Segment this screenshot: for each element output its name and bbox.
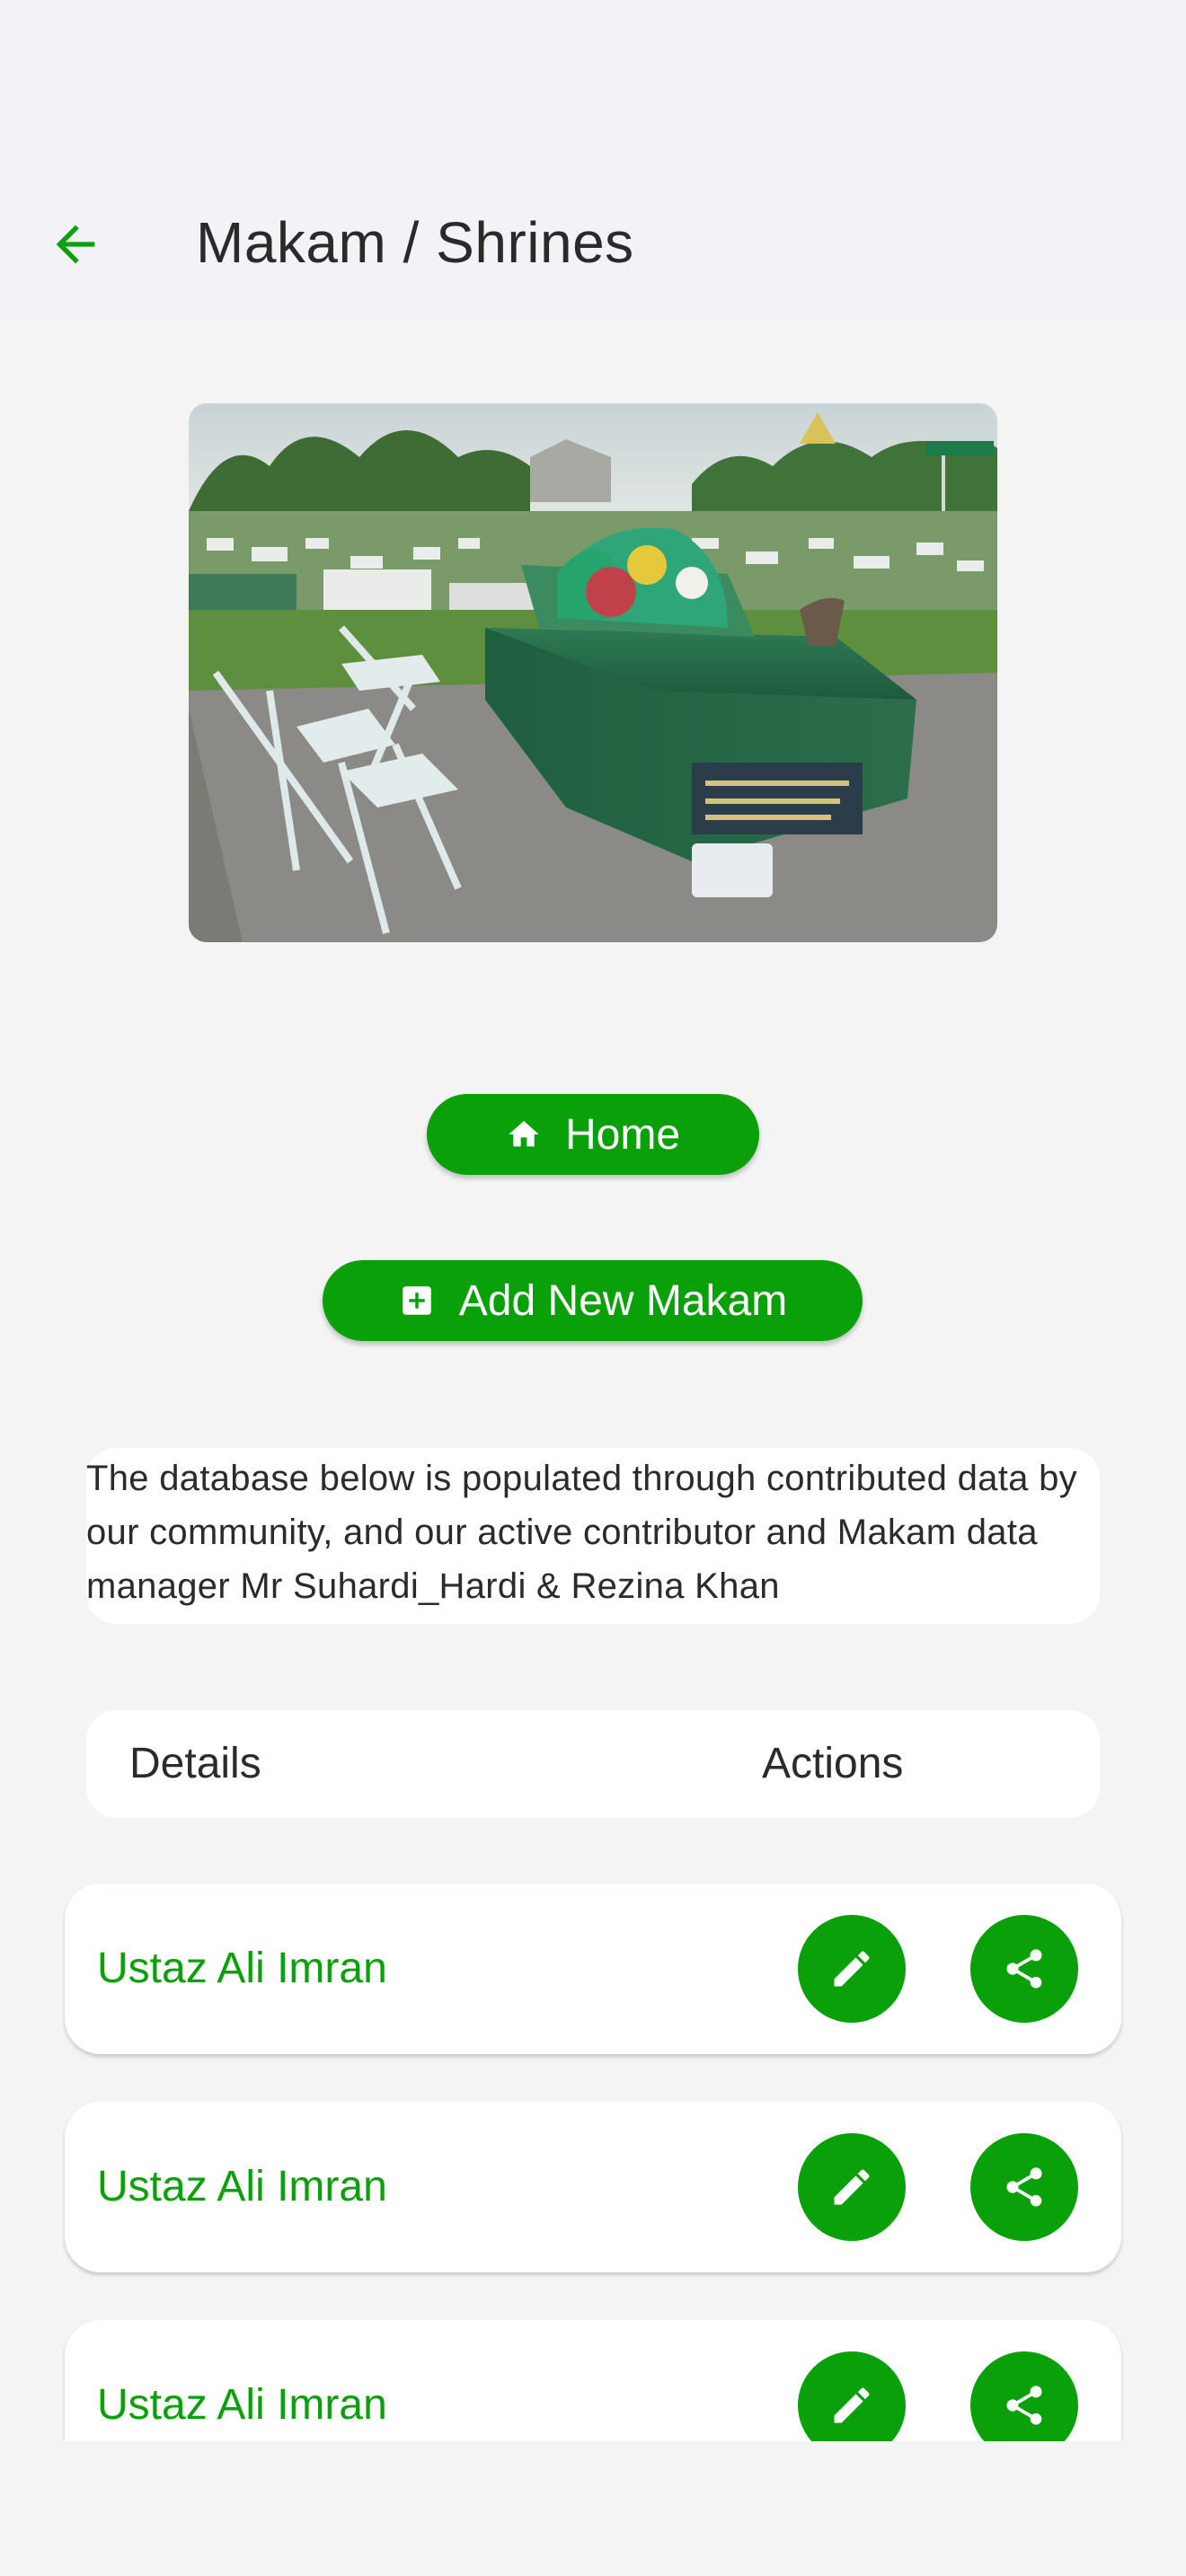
info-text: The database below is populated through …: [86, 1459, 1077, 1606]
pencil-icon: [834, 1951, 870, 1987]
share-button[interactable]: [970, 2351, 1078, 2441]
info-card: The database below is populated through …: [86, 1448, 1100, 1624]
share-icon: [1006, 2386, 1042, 2425]
share-button[interactable]: [970, 1915, 1078, 2023]
column-header-details: Details: [129, 1740, 261, 1787]
add-new-makam-button[interactable]: Add New Makam: [323, 1260, 863, 1341]
edit-button[interactable]: [798, 2133, 906, 2241]
edit-button[interactable]: [798, 1915, 906, 2023]
arrow-left-icon: [56, 225, 95, 264]
column-header-actions: Actions: [762, 1740, 904, 1787]
share-icon: [1006, 1949, 1042, 1989]
hero-image: [189, 403, 997, 942]
share-icon: [1006, 2167, 1042, 2207]
list-item[interactable]: Ustaz Ali Imran: [65, 2102, 1121, 2272]
makam-name[interactable]: Ustaz Ali Imran: [97, 1939, 387, 1998]
app-bar: Makam / Shrines: [0, 0, 1186, 316]
home-icon: [506, 1116, 542, 1152]
add-box-icon: [398, 1282, 436, 1319]
makam-name[interactable]: Ustaz Ali Imran: [97, 2157, 387, 2217]
share-button[interactable]: [970, 2133, 1078, 2241]
back-button[interactable]: [43, 212, 108, 277]
pencil-icon: [834, 2387, 870, 2423]
table-header: Details Actions: [86, 1710, 1100, 1818]
pencil-icon: [834, 2169, 870, 2205]
makam-list[interactable]: Ustaz Ali Imran Ustaz Ali Imran Ustaz Al…: [0, 1868, 1186, 2441]
makam-name[interactable]: Ustaz Ali Imran: [97, 2376, 387, 2435]
add-new-makam-label: Add New Makam: [458, 1276, 788, 1325]
list-item[interactable]: Ustaz Ali Imran: [65, 2320, 1121, 2441]
page-title: Makam / Shrines: [196, 210, 634, 275]
list-item[interactable]: Ustaz Ali Imran: [65, 1883, 1121, 2054]
home-button[interactable]: Home: [427, 1094, 759, 1175]
home-button-label: Home: [564, 1110, 681, 1159]
edit-button[interactable]: [798, 2351, 906, 2441]
